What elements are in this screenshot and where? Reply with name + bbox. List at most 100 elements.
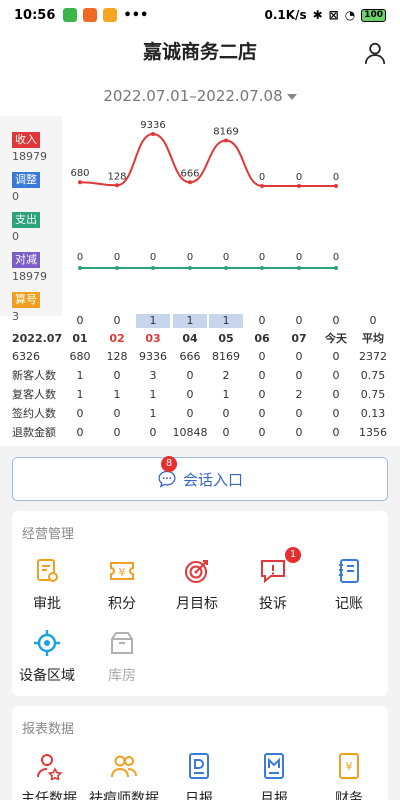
approval-button[interactable]: 审批 bbox=[12, 557, 82, 613]
warehouse-button[interactable]: 库房 bbox=[87, 629, 157, 685]
ledger-icon bbox=[339, 559, 359, 583]
approval-icon bbox=[37, 559, 58, 582]
legend-item: 对减 18979 bbox=[12, 248, 47, 283]
legend-tag: 对减 bbox=[12, 252, 40, 268]
session-label: 会话入口 bbox=[182, 470, 243, 489]
offset-point bbox=[115, 266, 119, 270]
offset-data-label: 0 bbox=[150, 252, 156, 263]
table-cell: 1 bbox=[113, 388, 121, 401]
offset-point bbox=[188, 266, 192, 270]
network-speed: 0.1K/s bbox=[264, 8, 307, 22]
complaint-icon bbox=[261, 560, 285, 584]
more-notifications-icon: ••• bbox=[123, 7, 149, 23]
table-cell: 1 bbox=[76, 388, 84, 401]
device-area-button[interactable]: 设备区域 bbox=[12, 629, 82, 685]
therapist-data-button[interactable]: 祛痘师数据 bbox=[89, 752, 159, 800]
legend-item: 支出 0 bbox=[12, 208, 40, 243]
caret-down-icon bbox=[286, 93, 297, 100]
reports-title: 报表数据 bbox=[22, 722, 75, 737]
monthly-report-label: 月报 bbox=[260, 791, 288, 800]
chat-bubble-icon bbox=[158, 470, 176, 488]
table-cell: 07 bbox=[291, 332, 307, 345]
director-data-button[interactable]: 主任数据 bbox=[14, 752, 84, 800]
date-range-selector[interactable]: 2022.07.01–2022.07.08 bbox=[0, 78, 400, 116]
ledger-button[interactable]: 记账 bbox=[314, 557, 384, 613]
status-bar: 10:56 ••• 0.1K/s ✱ ⊠ ◔ 100 bbox=[0, 0, 400, 30]
income-point bbox=[334, 184, 338, 188]
target-icon bbox=[185, 560, 208, 583]
app-notification-icon bbox=[63, 8, 78, 22]
table-cell: 1 bbox=[149, 314, 157, 327]
device-area-label: 设备区域 bbox=[19, 668, 75, 684]
income-point bbox=[78, 180, 82, 185]
table-cell: 0 bbox=[258, 350, 266, 363]
table-cell: 1 bbox=[76, 369, 84, 382]
income-data-label: 0 bbox=[333, 172, 339, 183]
complaint-button[interactable]: 1 投诉 bbox=[238, 547, 308, 613]
table-cell: 今天 bbox=[325, 332, 347, 345]
table-cell: 10848 bbox=[172, 426, 208, 439]
legend-item: 调整 0 bbox=[12, 168, 40, 203]
page-title: 嘉诚商务二店 bbox=[142, 41, 257, 63]
table-cell: 3 bbox=[149, 369, 157, 382]
wifi-icon: ◔ bbox=[344, 8, 356, 22]
legend-tag: 调整 bbox=[12, 172, 40, 188]
bluetooth-icon: ✱ bbox=[312, 8, 323, 22]
table-cell: 0.75 bbox=[360, 388, 386, 401]
offset-data-label: 0 bbox=[114, 252, 120, 263]
table-cell: 1356 bbox=[359, 426, 387, 439]
points-button[interactable]: ¥ 积分 bbox=[87, 557, 157, 613]
income-point bbox=[115, 183, 119, 188]
income-data-label: 9336 bbox=[140, 120, 165, 131]
table-cell: 0 bbox=[295, 426, 303, 439]
legend-item: 收入 18979 bbox=[12, 128, 47, 163]
director-data-label: 主任数据 bbox=[21, 791, 77, 800]
monthly-target-label: 月目标 bbox=[176, 596, 218, 612]
complaint-badge: 1 bbox=[285, 547, 301, 563]
table-row: 退款金额 0 0 0 10848 0 0 0 0 1356 bbox=[0, 424, 400, 442]
stats-panel: 收入 18979 调整 0 支出 0 对减 18979 算号 3 680 128 9336 666 816… bbox=[0, 116, 400, 446]
table-cell: 0 bbox=[258, 407, 266, 420]
table-cell: 05 bbox=[218, 332, 234, 345]
table-cell: 02 bbox=[109, 332, 125, 345]
table-cell: 9336 bbox=[139, 350, 167, 363]
daily-report-label: 日报 bbox=[185, 791, 213, 800]
offset-data-label: 0 bbox=[77, 252, 83, 263]
user-profile-icon[interactable] bbox=[362, 40, 388, 66]
monthly-report-button[interactable]: 月报 bbox=[239, 752, 309, 800]
table-cell: 0 bbox=[295, 369, 303, 382]
offset-data-label: 0 bbox=[333, 252, 339, 263]
director-icon bbox=[37, 754, 63, 780]
legend-tag: 算号 bbox=[12, 292, 40, 308]
table-cell: 平均 bbox=[362, 332, 384, 345]
table-cell: 1 bbox=[149, 388, 157, 401]
finance-button[interactable]: ¥ 财务 bbox=[314, 752, 384, 800]
session-entry-button[interactable]: 8 会话入口 bbox=[12, 456, 388, 501]
table-cell: 0 bbox=[186, 369, 194, 382]
table-cell: 1 bbox=[149, 407, 157, 420]
table-cell: 0 bbox=[258, 388, 266, 401]
trend-chart: 680 128 9336 666 8169 0 0 0 0 0 0 0 0 0 0 0 bbox=[70, 120, 339, 270]
reports-card: 报表数据 主任数据 祛痘师数据 日报 月报 ¥ 财务 bbox=[12, 706, 388, 800]
table-row: 6326 680 128 9336 666 8169 0 0 0 2372 bbox=[0, 348, 400, 366]
table-cell: 128 bbox=[106, 350, 128, 363]
daily-report-button[interactable]: 日报 bbox=[164, 752, 234, 800]
income-point bbox=[188, 180, 192, 185]
monthly-report-icon bbox=[264, 753, 284, 779]
table-cell: 0 bbox=[76, 426, 84, 439]
management-card: 经营管理 审批 ¥ 积分 月目标 1 投诉 记账 设备区域 库房 bbox=[12, 511, 388, 696]
offset-data-label: 0 bbox=[259, 252, 265, 263]
warehouse-icon bbox=[111, 632, 133, 654]
warehouse-label: 库房 bbox=[108, 668, 136, 684]
table-row: 新客人数 1 0 3 0 2 0 0 0 0.75 bbox=[0, 367, 400, 385]
svg-text:¥: ¥ bbox=[119, 566, 126, 579]
table-cell: 2 bbox=[295, 388, 303, 401]
legend-value: 18979 bbox=[12, 150, 47, 163]
table-cell: 0 bbox=[113, 314, 121, 327]
table-cell: 1 bbox=[222, 314, 230, 327]
monthly-target-button[interactable]: 月目标 bbox=[162, 557, 232, 613]
table-cell: 0 bbox=[295, 314, 303, 327]
table-cell: 666 bbox=[179, 350, 201, 363]
offset-data-label: 0 bbox=[187, 252, 193, 263]
offset-point bbox=[224, 266, 228, 270]
